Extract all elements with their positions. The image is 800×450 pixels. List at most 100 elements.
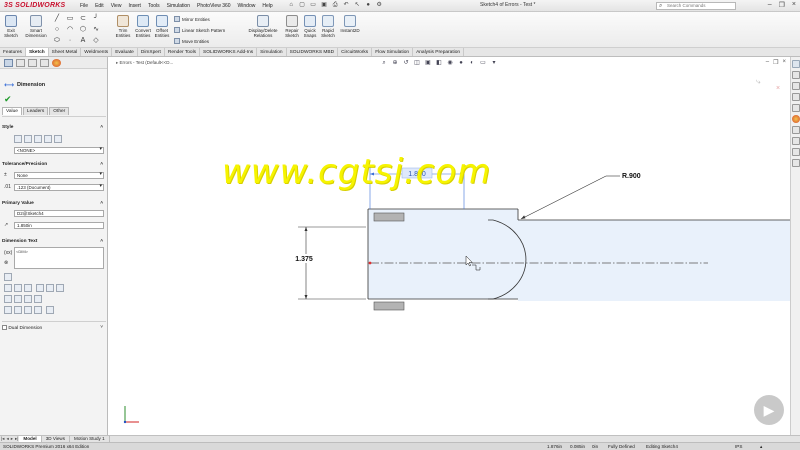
style-section-header[interactable]: Style ˄ [2, 125, 106, 130]
ellipse-icon[interactable]: ⬭ [52, 37, 62, 45]
appearances-icon[interactable] [792, 104, 800, 112]
primary-value-input[interactable]: 1.850in [14, 222, 104, 229]
new-document-icon[interactable]: ▢ [298, 1, 307, 10]
origin-point[interactable] [368, 261, 372, 265]
tab-simulation[interactable]: Simulation [257, 48, 287, 56]
align-middle-icon[interactable] [46, 284, 54, 292]
plane-icon[interactable]: ◇ [91, 37, 101, 45]
play-overlay-icon[interactable]: ▶ [754, 395, 784, 425]
circle-icon[interactable]: ○ [52, 26, 62, 34]
feature-manager-tab-icon[interactable] [4, 59, 13, 67]
save-icon[interactable]: ▣ [320, 1, 329, 10]
solidworks-forum-icon[interactable] [792, 137, 800, 145]
fillet-icon[interactable]: ╯ [91, 15, 101, 23]
tab-addins[interactable]: SOLIDWORKS Add-Ins [200, 48, 258, 56]
degree-symbol-icon[interactable] [14, 295, 22, 303]
dimension-text-area[interactable]: <DIM> [14, 247, 104, 269]
tab-circuitworks[interactable]: CircuitWorks [338, 48, 373, 56]
menu-insert[interactable]: Insert [128, 3, 141, 9]
slot-icon[interactable]: ⊂ [78, 15, 88, 23]
close-icon[interactable]: × [792, 1, 796, 9]
home-icon[interactable]: ⌂ [287, 1, 296, 10]
exit-sketch-button[interactable]: Exit Sketch [3, 15, 19, 38]
dim-vertical-text[interactable]: 1.375 [295, 256, 313, 263]
display-manager-tab-icon[interactable] [52, 59, 61, 67]
align-top-icon[interactable] [36, 284, 44, 292]
align-right-icon[interactable] [24, 284, 32, 292]
diameter-symbol-icon[interactable] [4, 295, 12, 303]
menu-simulation[interactable]: Simulation [167, 3, 190, 9]
3d-content-icon[interactable] [792, 159, 800, 167]
counterbore-symbol-icon[interactable] [14, 306, 22, 314]
tab-sheet-metal[interactable]: Sheet Metal [49, 48, 82, 56]
status-options-icon[interactable]: ▴ [760, 443, 762, 450]
menu-window[interactable]: Window [238, 3, 256, 9]
tab-sketch[interactable]: Sketch [25, 48, 49, 56]
tab-flow-simulation[interactable]: Flow Simulation [372, 48, 414, 56]
line-icon[interactable]: ╱ [52, 15, 62, 23]
style-apply-icon[interactable] [14, 135, 22, 143]
repair-sketch-button[interactable]: Repair Sketch [284, 15, 300, 38]
style-load-icon[interactable] [54, 135, 62, 143]
menu-file[interactable]: File [80, 3, 88, 9]
style-save-icon[interactable] [44, 135, 52, 143]
smart-dimension-button[interactable]: Smart Dimension [24, 15, 48, 38]
open-folder-icon[interactable]: ▭ [309, 1, 318, 10]
instant2d-button[interactable]: Instant2D [338, 15, 362, 33]
tolerance-section-header[interactable]: Tolerance/Precision ˄ [2, 162, 106, 167]
align-bottom-icon[interactable] [56, 284, 64, 292]
point-icon[interactable]: · [65, 37, 75, 45]
style-delete-icon[interactable] [34, 135, 42, 143]
property-manager-tab-icon[interactable] [16, 59, 25, 67]
display-delete-relations-button[interactable]: Display/Delete Relations [244, 15, 282, 38]
tab-features[interactable]: Features [0, 48, 26, 56]
print-icon[interactable]: ⎙ [331, 1, 340, 10]
tab-analysis-preparation[interactable]: Analysis Preparation [413, 48, 465, 56]
text-icon[interactable]: A [78, 37, 88, 45]
undo-icon[interactable]: ↶ [342, 1, 351, 10]
more-symbols-icon[interactable] [46, 306, 54, 314]
style-dropdown[interactable]: <NONE> [14, 147, 104, 154]
minimize-icon[interactable]: – [768, 1, 772, 9]
align-left-icon[interactable] [4, 284, 12, 292]
linear-pattern-button[interactable]: Linear Sketch Pattern [174, 27, 225, 33]
menu-help[interactable]: Help [262, 3, 272, 9]
convert-entities-button[interactable]: Convert Entities [134, 15, 152, 38]
depth-symbol-icon[interactable] [34, 306, 42, 314]
style-add-icon[interactable] [24, 135, 32, 143]
tab-other[interactable]: Other [49, 107, 70, 115]
tab-weldments[interactable]: Weldments [81, 48, 113, 56]
ok-check-icon[interactable]: ✔ [4, 94, 12, 105]
select-arrow-icon[interactable]: ↖ [353, 1, 362, 10]
text-add-icon[interactable]: (xx) [4, 250, 12, 256]
custom-properties-icon[interactable] [792, 126, 800, 134]
design-library-icon[interactable] [792, 71, 800, 79]
tab-dimxpert[interactable]: DimXpert [138, 48, 165, 56]
primary-value-section-header[interactable]: Primary Value ˄ [2, 201, 106, 206]
rectangle-icon[interactable]: ▭ [65, 15, 75, 23]
dual-dimension-row[interactable]: Dual Dimension ˅ [2, 325, 106, 331]
restore-icon[interactable]: ❐ [779, 1, 785, 9]
arc-icon[interactable]: ◠ [65, 26, 75, 34]
scenes-icon[interactable] [792, 115, 800, 123]
square-symbol-icon[interactable] [4, 306, 12, 314]
tab-value[interactable]: Value [2, 107, 22, 115]
dimxpert-manager-tab-icon[interactable] [40, 59, 49, 67]
polygon-icon[interactable]: ⬡ [78, 26, 88, 34]
tolerance-type-dropdown[interactable]: None [14, 172, 104, 179]
tab-render-tools[interactable]: Render Tools [165, 48, 201, 56]
menu-photoview[interactable]: PhotoView 360 [197, 3, 231, 9]
text-link-icon[interactable]: ⊗ [4, 260, 8, 266]
move-entities-button[interactable]: Move Entities [174, 38, 209, 44]
countersink-symbol-icon[interactable] [24, 306, 32, 314]
mirror-entities-button[interactable]: Mirror Entities [174, 16, 210, 22]
primary-reference-field[interactable]: D2@Sketch4 [14, 210, 104, 217]
dual-dimension-checkbox[interactable] [2, 325, 7, 330]
tab-leaders[interactable]: Leaders [22, 107, 49, 115]
menu-tools[interactable]: Tools [148, 3, 160, 9]
rebuild-icon[interactable]: ● [364, 1, 373, 10]
quick-snaps-button[interactable]: Quick Snaps [303, 15, 317, 38]
menu-edit[interactable]: Edit [95, 3, 104, 9]
offset-entities-button[interactable]: Offset Entities [154, 15, 170, 38]
configuration-manager-tab-icon[interactable] [28, 59, 37, 67]
